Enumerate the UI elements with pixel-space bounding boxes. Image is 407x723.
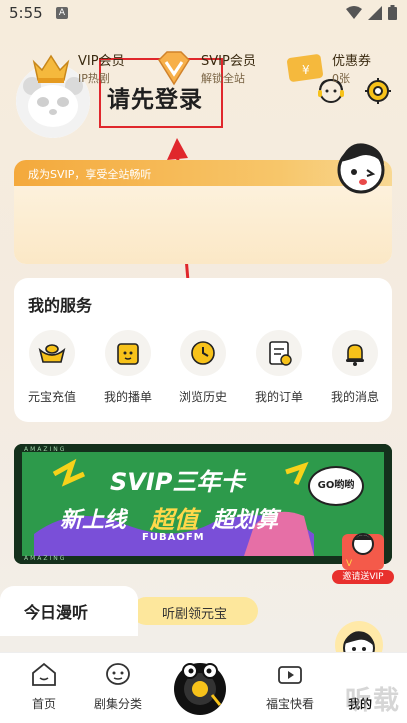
svip-member-entry[interactable]: SVIP会员 解锁全站 [151, 44, 271, 94]
nav-player[interactable] [170, 657, 230, 717]
banner-subline-deal: 超划算 [212, 508, 279, 533]
coupon-count: 0张 [332, 72, 350, 85]
banner-bubble: GO哟哟 [308, 466, 364, 506]
service-label: 浏览历史 [178, 390, 227, 404]
playlist-icon [117, 343, 139, 365]
tab-listen-rewards[interactable]: 听剧领元宝 [132, 597, 258, 625]
services-title: 我的服务 [28, 296, 93, 315]
svip-title: SVIP会员 [201, 54, 256, 69]
banner-brand: FUBAOFM [142, 532, 205, 543]
coupon-title: 优惠券 [332, 54, 372, 69]
service-history[interactable]: 浏览历史 [168, 330, 238, 410]
nav-label: 福宝快看 [265, 697, 314, 711]
nav-label: 首页 [31, 697, 56, 711]
service-label: 我的消息 [330, 390, 379, 404]
coupon-ticket-icon: ¥ [287, 54, 323, 82]
home-icon [32, 662, 56, 686]
service-messages[interactable]: 我的消息 [320, 330, 390, 410]
vip-member-entry[interactable]: VIP会员 IP热剧 [28, 44, 148, 94]
vip-promo-text: 成为SVIP，享受全站畅听 [28, 168, 152, 181]
gift-bag-icon: V [342, 533, 384, 570]
banner-stripe-bottom: AMAZING [24, 555, 67, 562]
nav-video[interactable]: 福宝快看 [258, 661, 322, 712]
player-icon [174, 663, 226, 715]
service-label: 元宝充值 [27, 390, 76, 404]
svg-text:¥: ¥ [302, 63, 310, 77]
tab-today[interactable]: 今日漫听 [0, 586, 138, 636]
history-icon [191, 341, 215, 365]
invite-vip-label: 邀请送VIP [332, 570, 394, 584]
tab-today-label: 今日漫听 [24, 603, 89, 622]
svip-diamond-icon [158, 51, 190, 86]
banner-subline-value: 超值 [150, 506, 198, 534]
banner-stripe-top: AMAZING [24, 446, 67, 453]
nav-label: 剧集分类 [93, 697, 142, 711]
services-card: 我的服务 元宝充值 我的播单 浏览历史 我的订单 我的消息 [14, 278, 392, 422]
banner-headline: SVIP三年卡 [110, 468, 245, 496]
service-label: 我的播单 [103, 390, 152, 404]
vip-sub: IP热剧 [78, 72, 110, 85]
nav-home[interactable]: 首页 [12, 661, 76, 712]
invite-vip-float[interactable]: V 邀请送VIP [332, 522, 394, 586]
coupon-entry[interactable]: ¥ 优惠券 0张 [282, 44, 382, 94]
vip-title: VIP会员 [78, 54, 125, 69]
watermark: 听载 [344, 686, 401, 716]
mascot-icon [337, 143, 385, 194]
service-orders[interactable]: 我的订单 [244, 330, 314, 410]
ingot-icon [38, 344, 66, 363]
banner-subline-new: 新上线 [60, 508, 127, 533]
tab-listen-label: 听剧领元宝 [162, 607, 228, 622]
service-label: 我的订单 [254, 390, 303, 404]
service-playlist[interactable]: 我的播单 [93, 330, 163, 410]
service-recharge[interactable]: 元宝充值 [17, 330, 87, 410]
order-icon [269, 341, 292, 366]
bell-icon [346, 344, 364, 366]
video-icon [278, 666, 302, 684]
svip-sub: 解锁全站 [201, 72, 245, 85]
svg-text:V: V [346, 559, 353, 569]
nav-category[interactable]: 剧集分类 [86, 661, 150, 712]
category-icon [106, 663, 130, 685]
vip-crown-icon [32, 54, 70, 83]
